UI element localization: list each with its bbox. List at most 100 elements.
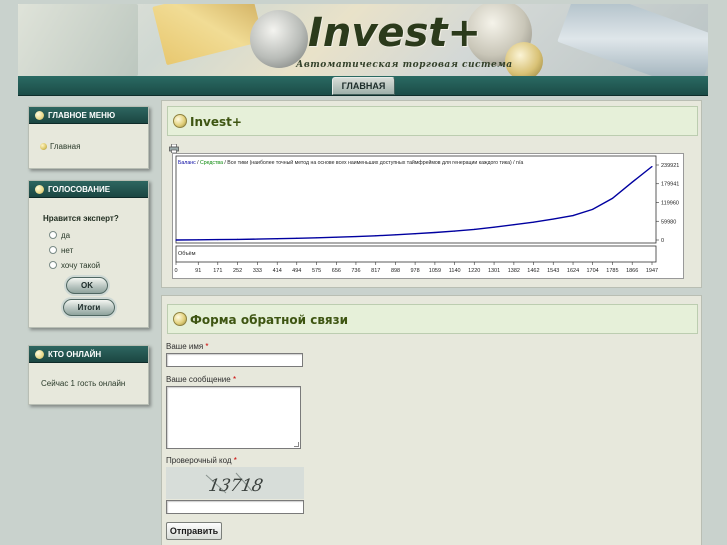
captcha-field[interactable] [166, 500, 304, 514]
article-panel: Invest+ Баланс / Средства / Все тики (на… [161, 100, 702, 288]
chart-x-tick-label: 1140 [449, 268, 461, 274]
captcha-label: Проверочный код * [166, 456, 237, 465]
chart-x-tick-label: 414 [273, 268, 282, 274]
bullet-icon [35, 185, 44, 194]
chart-point [355, 235, 357, 238]
chart-x-tick-label: 1462 [527, 268, 539, 274]
chart-point [513, 224, 515, 226]
captcha-image: 13718 [166, 467, 304, 499]
submit-button[interactable]: Отправить [166, 522, 222, 540]
site-slogan: Автоматическая торговая система [296, 60, 513, 70]
poll-option-yes[interactable]: да [49, 231, 71, 240]
chart-x-tick-label: 817 [371, 268, 380, 274]
chart-point [591, 208, 594, 210]
chart-point [552, 218, 554, 220]
chart-legend: Баланс / Средства / Все тики (наиболее т… [178, 159, 523, 166]
header-banknote-right [557, 4, 708, 76]
chart-x-tick-label: 1220 [468, 268, 480, 274]
chart-point [493, 226, 495, 228]
chart-x-tick-label: 575 [312, 268, 321, 274]
chart-x-tick-label: 1704 [586, 268, 598, 274]
chart-x-tick-label: 1301 [488, 268, 500, 274]
chart-x-tick-label: 898 [391, 268, 400, 274]
menu-item-home[interactable]: Главная [40, 142, 81, 151]
captcha-label-text: Проверочный код [166, 456, 232, 465]
chart-x-tick-label: 1624 [567, 268, 579, 274]
bullet-icon [173, 114, 187, 128]
poll-option-no[interactable]: нет [49, 246, 73, 255]
header-coin-3 [505, 42, 543, 76]
poll-results-button[interactable]: Итоги [63, 299, 115, 316]
chart-x-tick-label: 1785 [606, 268, 618, 274]
chart-x-tick-label: 656 [332, 268, 341, 274]
chart-legend-entry: Баланс [178, 160, 196, 166]
message-label: Ваше сообщение * [166, 375, 236, 384]
poll-header: ГОЛОСОВАНИЕ [29, 181, 148, 198]
chart-point [276, 238, 278, 240]
chart-volume-area [175, 245, 657, 263]
menu-item-home-label: Главная [50, 142, 81, 151]
radio-want[interactable] [49, 261, 57, 269]
chart-point [631, 181, 633, 183]
online-header: КТО ОНЛАЙН [29, 346, 148, 363]
contact-panel: Форма обратной связи Ваше имя * Ваше соо… [161, 295, 702, 545]
name-label: Ваше имя * [166, 342, 209, 351]
chart-x-tick-label: 1059 [429, 268, 441, 274]
chart-y-tick-label: 0 [661, 238, 664, 244]
printer-icon[interactable] [169, 140, 179, 154]
chart-x-tick-label: 333 [253, 268, 262, 274]
chart-y-tick-label: 179941 [661, 182, 679, 188]
site-header: Invest+ Автоматическая торговая система [18, 4, 708, 76]
required-mark: * [205, 342, 209, 351]
captcha-text: 13718 [207, 476, 265, 496]
chart-point [454, 230, 456, 232]
message-textarea[interactable] [166, 386, 301, 449]
poll-vote-button[interactable]: OK [66, 277, 108, 294]
nav-home-tab[interactable]: ГЛАВНАЯ [332, 77, 395, 95]
chart-legend-entry: / Все тики (наиболее точный метод на осн… [223, 159, 523, 166]
chart-point [256, 238, 259, 240]
required-mark: * [233, 456, 237, 465]
chart-x-tick-label: 1866 [626, 268, 638, 274]
balance-chart: Баланс / Средства / Все тики (наиболее т… [172, 153, 684, 279]
chart-x-tick-label: 1382 [508, 268, 520, 274]
chart-point [611, 197, 613, 200]
online-status: Сейчас 1 гость онлайн [41, 379, 126, 388]
chart-plot-area [175, 155, 657, 244]
required-mark: * [232, 375, 237, 384]
poll-option-yes-label: да [61, 231, 71, 240]
chart-point [175, 239, 177, 241]
poll-option-want[interactable]: хочу такой [49, 261, 101, 270]
bullet-icon [35, 111, 44, 120]
chart-x-tick-label: 736 [351, 268, 360, 274]
contact-title: Форма обратной связи [190, 313, 348, 327]
balance-chart-svg: Баланс / Средства / Все тики (наиболее т… [174, 155, 679, 274]
chart-point [532, 221, 535, 223]
bullet-icon [173, 312, 187, 326]
message-label-text: Ваше сообщение [166, 375, 231, 384]
online-module: КТО ОНЛАЙН Сейчас 1 гость онлайн [28, 345, 149, 405]
main-menu-title: ГЛАВНОЕ МЕНЮ [48, 111, 116, 120]
chart-point [473, 228, 475, 230]
chart-volume-label: Объём [178, 251, 196, 257]
site-title: Invest+ [308, 10, 482, 56]
chart-x-tick-label: 0 [174, 268, 177, 274]
textarea-resize-handle[interactable] [294, 442, 299, 447]
bullet-icon [35, 350, 44, 359]
chart-x-tick-label: 978 [411, 268, 420, 274]
main-menu-header: ГЛАВНОЕ МЕНЮ [29, 107, 148, 124]
article-title-bar: Invest+ [167, 106, 698, 136]
name-field[interactable] [166, 353, 303, 367]
chart-point [296, 237, 298, 239]
radio-no[interactable] [49, 246, 57, 254]
chart-x-tick-label: 1543 [547, 268, 559, 274]
main-menu-module: ГЛАВНОЕ МЕНЮ Главная [28, 106, 149, 169]
chart-point [217, 239, 219, 241]
radio-yes[interactable] [49, 231, 57, 239]
chart-y-tick-label: 59980 [661, 219, 676, 225]
chart-point [572, 215, 574, 217]
poll-option-want-label: хочу такой [61, 261, 101, 270]
poll-module: ГОЛОСОВАНИЕ Нравится эксперт? да нет хоч… [28, 180, 149, 328]
poll-title: ГОЛОСОВАНИЕ [48, 185, 111, 194]
chart-point [375, 235, 377, 237]
